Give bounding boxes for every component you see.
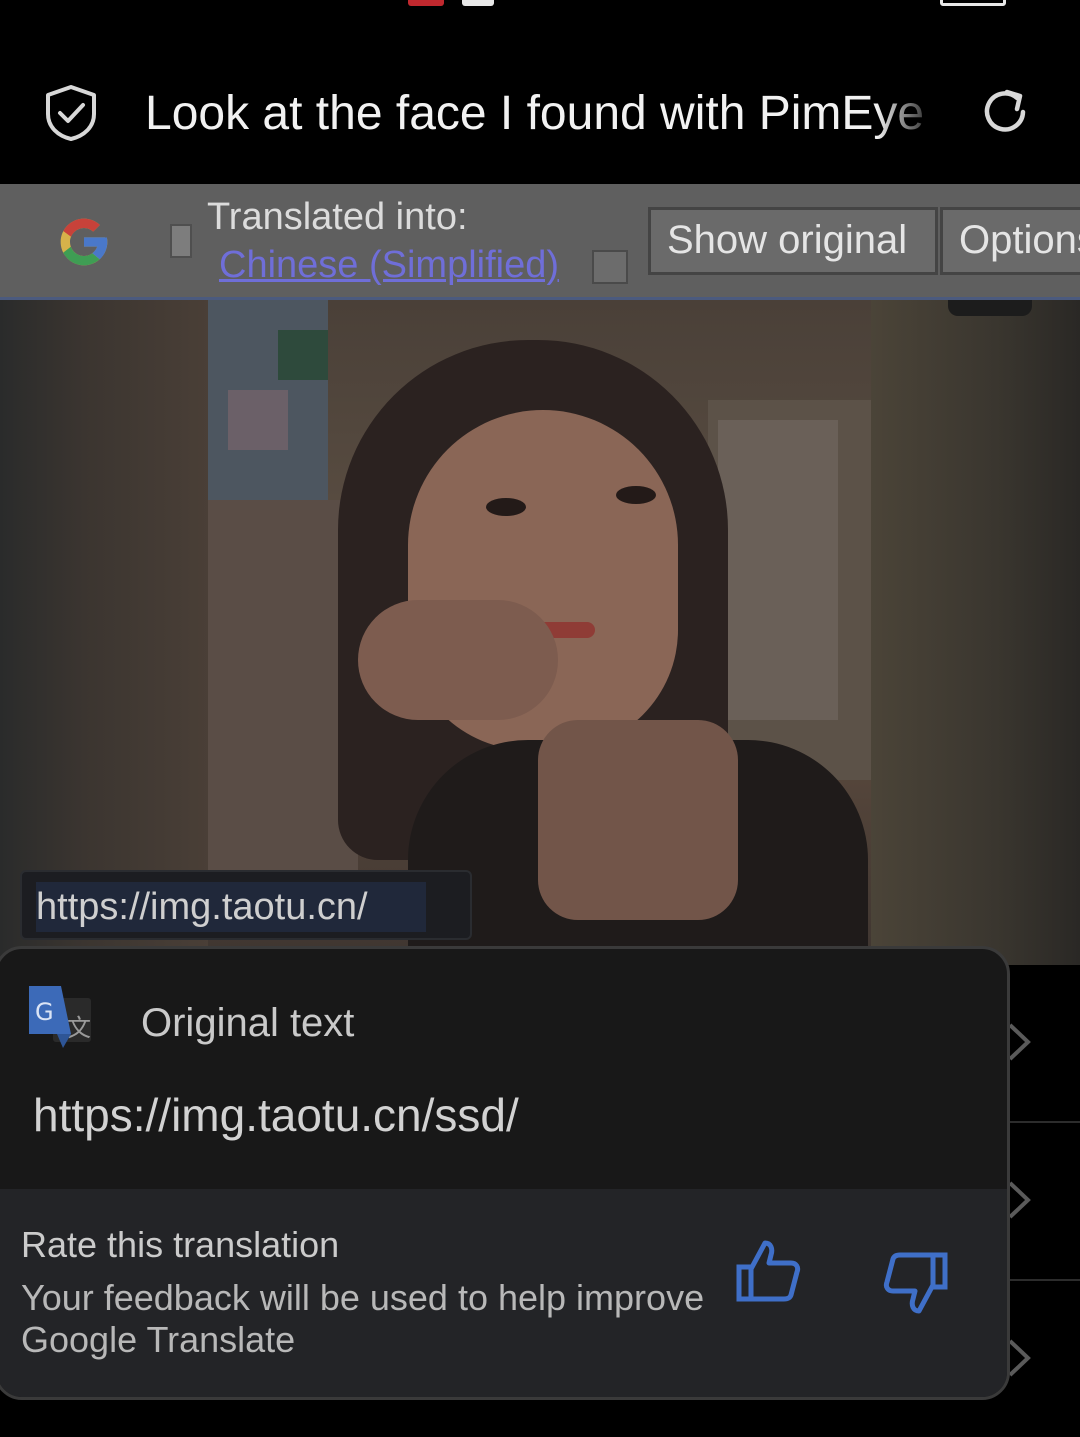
portrait-photo[interactable] xyxy=(208,300,871,965)
google-translate-icon: 文 G xyxy=(29,986,91,1048)
neck xyxy=(538,720,738,920)
browser-top-bar: Look at the face I found with PimEye xyxy=(0,40,1080,184)
show-original-button[interactable]: Show original xyxy=(648,207,938,275)
svg-text:G: G xyxy=(35,998,54,1026)
rate-title: Rate this translation xyxy=(21,1224,340,1265)
list-divider xyxy=(1010,1121,1080,1123)
thumbs-down-icon[interactable] xyxy=(881,1247,949,1315)
svg-text:文: 文 xyxy=(67,1014,91,1042)
rate-translation-section: Rate this translation Your feedback will… xyxy=(0,1189,1007,1397)
image-url-text: https://img.taotu.cn/ xyxy=(36,882,426,932)
shield-check-icon[interactable] xyxy=(44,84,98,142)
rate-description: Your feedback will be used to help impro… xyxy=(21,1277,705,1360)
battery-icon xyxy=(940,0,1006,6)
translation-popup: 文 G Original text https://img.taotu.cn/s… xyxy=(0,946,1010,1400)
blurred-background-left xyxy=(0,300,210,965)
original-text-label: Original text xyxy=(141,1001,355,1045)
translate-bar: Translated into: Chinese (Simplified) Sh… xyxy=(0,184,1080,300)
page-icon xyxy=(170,224,192,258)
content-image-area: https://img.taotu.cn/ xyxy=(0,300,1080,965)
hand xyxy=(358,600,558,720)
corner-tab xyxy=(948,300,1032,316)
target-language-link[interactable]: Chinese (Simplified) xyxy=(219,242,559,288)
translated-into-label: Translated into: xyxy=(207,196,468,238)
image-icon xyxy=(592,250,628,284)
options-button[interactable]: Options xyxy=(940,207,1080,275)
status-bar xyxy=(0,0,1080,14)
original-text-value: https://img.taotu.cn/ssd/ xyxy=(33,1089,519,1141)
app-icon xyxy=(462,0,494,6)
thumbs-up-icon[interactable] xyxy=(735,1239,803,1307)
page-title[interactable]: Look at the face I found with PimEye xyxy=(145,86,940,142)
blurred-background-right xyxy=(870,300,1080,965)
reload-icon[interactable] xyxy=(977,84,1033,140)
image-url-chip[interactable]: https://img.taotu.cn/ xyxy=(20,870,472,940)
list-divider xyxy=(1010,1279,1080,1281)
google-logo-icon xyxy=(60,218,108,266)
notification-icon xyxy=(408,0,444,6)
